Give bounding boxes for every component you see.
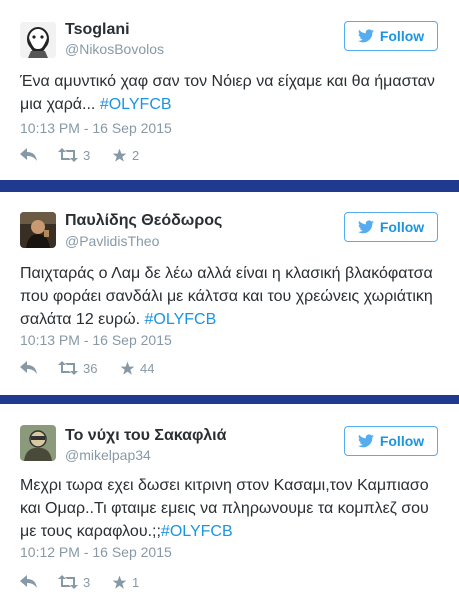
- like-count: 44: [140, 360, 155, 376]
- reply-icon: [20, 148, 37, 161]
- retweet-count: 36: [83, 360, 98, 376]
- retweet-icon: [58, 361, 78, 375]
- retweet-button[interactable]: 3: [58, 148, 112, 163]
- tweet-card: Παυλίδης Θεόδωρος @PavlidisTheo Follow Π…: [0, 192, 459, 395]
- avatar[interactable]: [20, 425, 56, 461]
- tweet-text: Παιχταράς ο Λαμ δε λέω αλλά είναι η κλασ…: [20, 262, 440, 331]
- display-name[interactable]: Παυλίδης Θεόδωρος: [65, 212, 222, 230]
- like-button[interactable]: 1: [112, 575, 139, 590]
- tweet-feed: Tsoglani @NikosBovolos Follow Ένα αμυντι…: [0, 0, 459, 608]
- tweet-card: Το νύχι του Σακαφλιά @mikelpap34 Follow …: [0, 404, 459, 608]
- retweet-icon: [58, 148, 78, 162]
- twitter-bird-icon: [357, 434, 374, 448]
- hashtag-link[interactable]: #OLYFCB: [161, 523, 233, 540]
- like-star-icon: [112, 575, 127, 589]
- reply-button[interactable]: [20, 575, 58, 589]
- follow-label: Follow: [379, 219, 425, 235]
- user-handle[interactable]: @NikosBovolos: [65, 41, 164, 57]
- tweet-actions: 36 44: [20, 358, 154, 378]
- tweet-body: Ένα αμυντικό χαφ σαν τον Νόιερ να είχαμε…: [20, 73, 435, 113]
- avatar[interactable]: [20, 22, 56, 58]
- retweet-button[interactable]: 36: [58, 361, 120, 376]
- like-star-icon: [120, 361, 135, 375]
- reply-icon: [20, 575, 37, 588]
- tweet-card: Tsoglani @NikosBovolos Follow Ένα αμυντι…: [0, 0, 459, 180]
- display-name[interactable]: Tsoglani: [65, 21, 130, 39]
- tweet-timestamp[interactable]: 10:12 PM - 16 Sep 2015: [20, 544, 172, 560]
- like-button[interactable]: 44: [120, 361, 154, 376]
- tweet-text: Ένα αμυντικό χαφ σαν τον Νόιερ να είχαμε…: [20, 70, 440, 116]
- follow-label: Follow: [379, 28, 425, 44]
- twitter-bird-icon: [357, 220, 374, 234]
- tweet-body: Παιχταράς ο Λαμ δε λέω αλλά είναι η κλασ…: [20, 265, 433, 328]
- user-handle[interactable]: @mikelpap34: [65, 447, 151, 463]
- retweet-count: 3: [83, 147, 91, 163]
- tweet-actions: 3 1: [20, 572, 139, 592]
- display-name[interactable]: Το νύχι του Σακαφλιά: [65, 427, 226, 445]
- reply-button[interactable]: [20, 148, 58, 162]
- follow-label: Follow: [379, 433, 425, 449]
- tweet-actions: 3 2: [20, 145, 139, 165]
- follow-button[interactable]: Follow: [344, 426, 438, 456]
- tweet-timestamp[interactable]: 10:13 PM - 16 Sep 2015: [20, 332, 172, 348]
- hashtag-link[interactable]: #OLYFCB: [100, 96, 172, 113]
- avatar[interactable]: [20, 212, 56, 248]
- like-count: 2: [132, 147, 140, 163]
- retweet-icon: [58, 575, 78, 589]
- tweet-timestamp[interactable]: 10:13 PM - 16 Sep 2015: [20, 120, 172, 136]
- follow-button[interactable]: Follow: [344, 21, 438, 51]
- reply-button[interactable]: [20, 361, 58, 375]
- reply-icon: [20, 361, 37, 374]
- retweet-count: 3: [83, 574, 91, 590]
- tweet-text: Μεχρι τωρα εχει δωσει κιτρινη στον Κασαμ…: [20, 474, 440, 543]
- user-handle[interactable]: @PavlidisTheo: [65, 233, 159, 249]
- follow-button[interactable]: Follow: [344, 212, 438, 242]
- like-star-icon: [112, 148, 127, 162]
- retweet-button[interactable]: 3: [58, 575, 112, 590]
- like-button[interactable]: 2: [112, 148, 139, 163]
- like-count: 1: [132, 574, 140, 590]
- hashtag-link[interactable]: #OLYFCB: [145, 311, 217, 328]
- twitter-bird-icon: [357, 29, 374, 43]
